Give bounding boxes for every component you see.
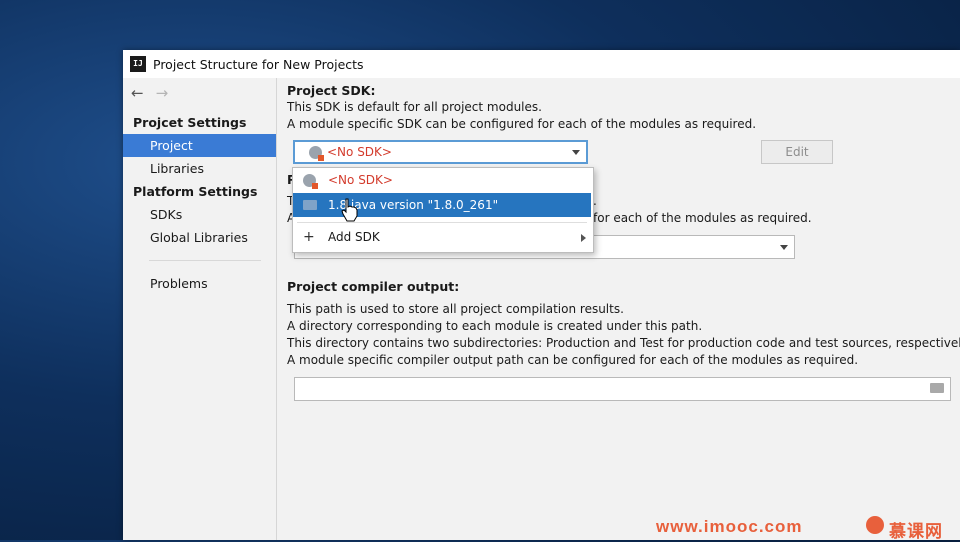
dropdown-separator	[297, 222, 587, 223]
platform-settings-heading: Platform Settings	[133, 184, 258, 199]
sidebar-item-problems[interactable]: Problems	[123, 272, 276, 295]
dropdown-item-label: Add SDK	[328, 230, 380, 244]
compiler-output-path-field[interactable]	[294, 377, 951, 401]
project-settings-heading: Projcet Settings	[133, 115, 247, 130]
dropdown-item-add-sdk[interactable]: + Add SDK	[293, 225, 591, 249]
dropdown-item-java-1-8[interactable]: 1.8 java version "1.8.0_261"	[293, 193, 591, 217]
project-structure-window: IJ Project Structure for New Projects ← …	[123, 50, 960, 540]
sidebar-item-global-libraries[interactable]: Global Libraries	[123, 226, 276, 249]
edit-sdk-button: Edit	[761, 140, 833, 164]
hand-cursor-icon	[341, 198, 358, 222]
watermark-brand: 慕课网	[889, 522, 943, 542]
compiler-output-desc-4: A module specific compiler output path c…	[287, 353, 859, 367]
chevron-down-icon	[780, 245, 788, 250]
sidebar: ← → Projcet Settings Project Libraries P…	[123, 78, 277, 540]
imooc-logo-icon	[866, 516, 884, 534]
dropdown-item-no-sdk[interactable]: <No SDK>	[293, 168, 591, 192]
compiler-output-desc-2: A directory corresponding to each module…	[287, 319, 703, 333]
intellij-app-icon: IJ	[130, 56, 146, 72]
sidebar-item-sdks[interactable]: SDKs	[123, 203, 276, 226]
back-arrow-icon[interactable]: ←	[131, 84, 144, 102]
sdk-dropdown-popup: <No SDK> 1.8 java version "1.8.0_261" + …	[292, 167, 594, 253]
sdk-error-icon	[303, 174, 318, 189]
project-sdk-heading: Project SDK:	[287, 83, 376, 98]
project-sdk-desc-1: This SDK is default for all project modu…	[287, 100, 542, 114]
watermark-site: www.imooc.com	[656, 517, 803, 536]
chevron-down-icon	[572, 150, 580, 155]
sidebar-item-libraries[interactable]: Libraries	[123, 157, 276, 180]
sdk-error-icon	[309, 146, 324, 161]
sidebar-item-project[interactable]: Project	[123, 134, 276, 157]
browse-folder-icon[interactable]	[930, 383, 944, 393]
plus-icon: +	[303, 229, 315, 245]
window-title: Project Structure for New Projects	[153, 56, 364, 72]
nav-arrows: ← →	[131, 84, 168, 102]
compiler-output-heading: Project compiler output:	[287, 279, 460, 294]
sidebar-divider	[149, 260, 261, 261]
project-sdk-desc-2: A module specific SDK can be configured …	[287, 117, 757, 131]
project-sdk-combo-value: <No SDK>	[327, 145, 392, 159]
chevron-right-icon	[581, 234, 586, 242]
project-sdk-combobox[interactable]: <No SDK>	[293, 140, 588, 164]
compiler-output-desc-1: This path is used to store all project c…	[287, 302, 624, 316]
language-level-desc-2-end: for each of the modules as required.	[593, 211, 812, 225]
folder-icon	[303, 200, 317, 210]
forward-arrow-icon: →	[155, 84, 169, 102]
compiler-output-desc-3: This directory contains two subdirectori…	[287, 336, 960, 350]
project-settings-panel: Project SDK: This SDK is default for all…	[287, 78, 960, 540]
title-bar: IJ Project Structure for New Projects	[123, 50, 960, 78]
dropdown-item-label: <No SDK>	[328, 173, 393, 187]
